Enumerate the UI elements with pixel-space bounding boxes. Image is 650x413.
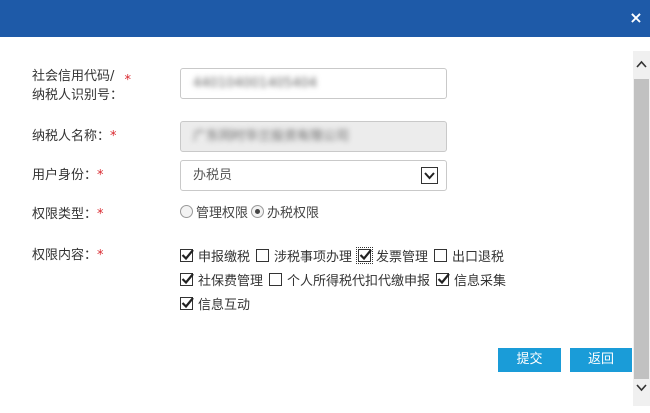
checkbox-iit-withholding[interactable] [269,272,283,286]
checkbox-invoice-management[interactable] [356,246,374,264]
credit-code-label: 社会信用代码/ * 纳税人识别号： [32,67,131,105]
scroll-down-icon[interactable] [633,379,650,396]
checkbox-label: 发票管理 [376,249,429,265]
radio-tax-permission[interactable] [251,204,265,218]
perm-row-2: 社保费管理 个人所得税代扣代缴申报 信息采集 [180,270,512,289]
checkbox-tax-declaration[interactable] [180,248,194,262]
required-mark: * [97,168,104,183]
identity-selected-value: 办税员 [193,168,233,183]
perm-row-1: 申报缴税 涉税事项办理 发票管理 出口退税 [180,246,510,265]
checkbox-label: 信息采集 [454,273,507,289]
submit-button[interactable]: 提交 [498,348,561,372]
identity-select[interactable]: 办税员 [180,160,447,191]
required-mark: * [124,73,132,88]
taxpayer-name-value: 广东同时华兰投资有限公司 [193,129,350,144]
close-icon[interactable]: × [628,10,644,26]
radio-tax-label: 办税权限 [267,205,320,221]
credit-code-value: 440104001405404 [193,76,318,91]
scrollbar-thumb[interactable] [634,79,649,379]
taxpayer-name-label: 纳税人名称：* [32,127,117,146]
perm-type-label-text: 权限类型： [32,207,98,222]
checkbox-tax-matters[interactable] [256,248,270,262]
taxpayer-name-field: 广东同时华兰投资有限公司 [180,121,447,152]
perm-type-group: 管理权限 办税权限 [180,202,322,221]
checkbox-label: 社保费管理 [198,273,264,289]
identity-label: 用户身份：* [32,166,104,185]
checkbox-info-collection[interactable] [436,272,450,286]
chevron-down-icon[interactable] [421,167,438,184]
required-mark: * [97,248,104,263]
checkbox-social-insurance[interactable] [180,272,194,286]
back-button[interactable]: 返回 [570,348,632,372]
checkbox-label: 涉税事项办理 [274,249,353,265]
required-mark: * [97,207,104,222]
perm-content-label-text: 权限内容： [32,248,98,263]
radio-manage-permission[interactable] [180,204,193,218]
identity-label-text: 用户身份： [32,168,98,183]
credit-code-field[interactable]: 440104001405404 [180,68,447,99]
perm-type-label: 权限类型：* [32,205,104,224]
scroll-up-icon[interactable] [633,56,650,73]
radio-manage-label: 管理权限 [196,205,249,221]
dialog-header: × [0,0,650,37]
vertical-scrollbar[interactable] [633,51,650,406]
checkbox-label: 出口退税 [452,249,505,265]
checkbox-label: 信息互动 [198,297,251,313]
required-mark: * [110,129,117,144]
perm-row-3: 信息互动 [180,294,256,313]
credit-code-label-line1: 社会信用代码/ [32,69,115,84]
checkbox-label: 申报缴税 [198,249,251,265]
taxpayer-name-label-text: 纳税人名称： [32,129,111,144]
credit-code-label-line2: 纳税人识别号： [32,88,124,103]
checkbox-info-interaction[interactable] [180,296,194,310]
perm-content-label: 权限内容：* [32,246,104,265]
checkbox-label: 个人所得税代扣代缴申报 [287,273,431,289]
checkbox-export-rebate[interactable] [434,248,448,262]
